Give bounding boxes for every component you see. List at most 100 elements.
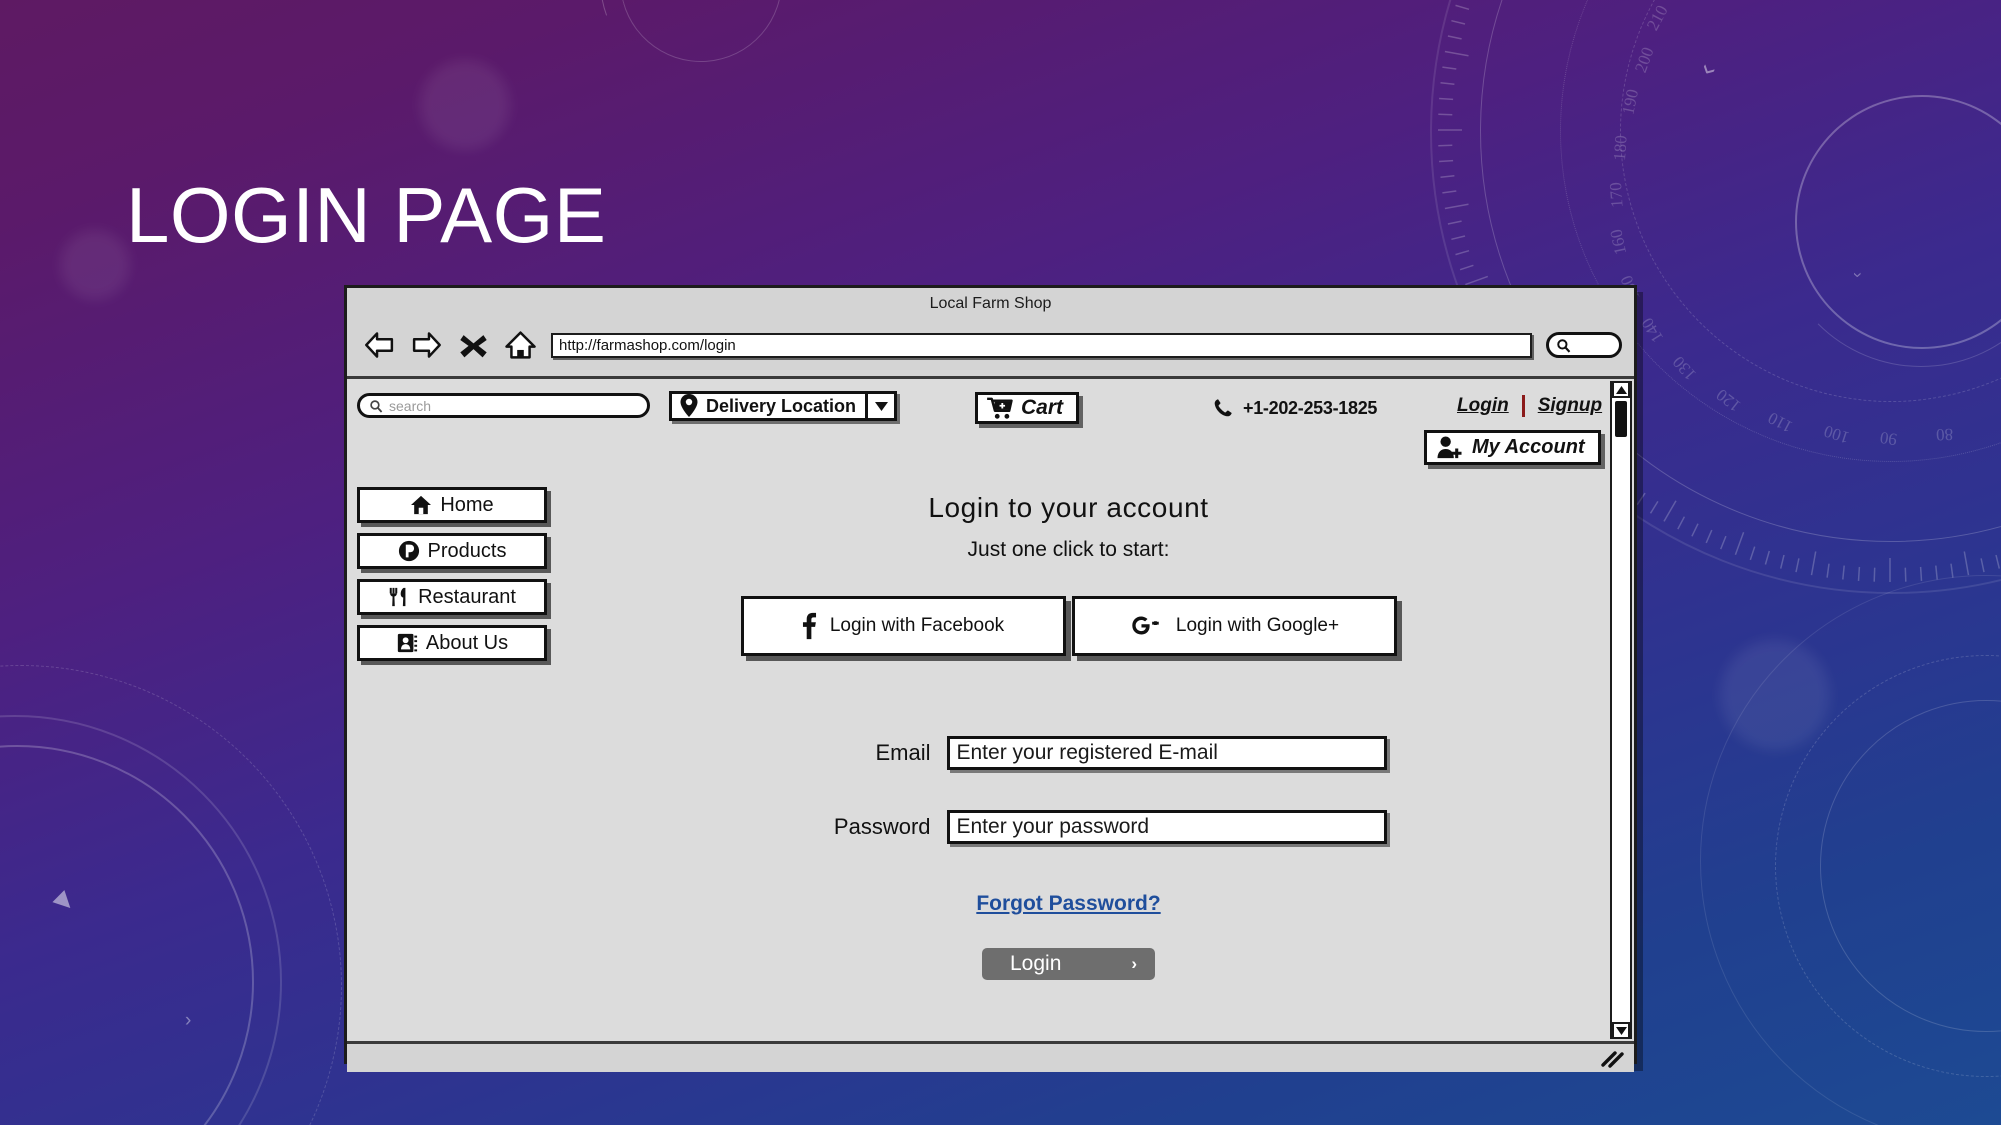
url-text: http://farmashop.com/login — [559, 336, 736, 354]
login-submit-button[interactable]: Login › — [982, 948, 1155, 980]
password-input[interactable]: Enter your password — [946, 810, 1387, 844]
house-icon — [411, 495, 432, 515]
signup-link[interactable]: Signup — [1538, 395, 1602, 417]
sidebar-item-label: Products — [427, 539, 507, 562]
web-page: search Delivery Location Cart +1-202-253… — [347, 379, 1610, 1041]
page-title: LOGIN PAGE — [126, 171, 607, 259]
deco-ring — [1795, 95, 2001, 349]
home-house-icon[interactable] — [504, 330, 537, 360]
browser-viewport: search Delivery Location Cart +1-202-253… — [347, 376, 1634, 1041]
deco-ring — [1820, 700, 2001, 1032]
deco-ring — [0, 745, 254, 1125]
deg-label: 170 — [1605, 181, 1627, 209]
deg-label: 120 — [1712, 385, 1745, 416]
cart-label: Cart — [1021, 396, 1064, 419]
phone-number-text: +1-202-253-1825 — [1243, 397, 1378, 418]
deg-label: 190 — [1618, 87, 1643, 117]
deg-label: 180 — [1609, 134, 1631, 162]
user-add-icon — [1437, 436, 1462, 459]
email-input[interactable]: Enter your registered E-mail — [946, 736, 1387, 770]
password-placeholder: Enter your password — [956, 815, 1150, 838]
facebook-f-icon — [802, 612, 816, 640]
contact-card-icon — [397, 633, 417, 653]
deg-label: 210 — [1642, 2, 1672, 34]
google-plus-icon — [1132, 616, 1159, 635]
sidebar-item-label: About Us — [425, 631, 509, 654]
deco-ring — [1775, 75, 2001, 367]
deg-label: 110 — [1764, 408, 1796, 437]
deg-label: 140 — [1637, 314, 1668, 347]
email-field-row: Email Enter your registered E-mail — [547, 736, 1590, 770]
cart-button[interactable]: Cart — [975, 392, 1080, 424]
delivery-location-label: Delivery Location — [706, 395, 857, 416]
login-form-section: Login to your account Just one click to … — [547, 484, 1590, 980]
sidebar-item-about-us[interactable]: About Us — [357, 625, 547, 661]
sidebar-item-home[interactable]: Home — [357, 487, 547, 523]
cart-icon — [987, 397, 1013, 419]
sidebar-nav: Home Products Restaurant About Us — [357, 487, 547, 671]
phone-number: +1-202-253-1825 — [1212, 397, 1377, 419]
search-placeholder: search — [389, 397, 432, 414]
deco-arc — [566, 0, 836, 116]
location-pin-icon — [680, 394, 698, 417]
facebook-login-label: Login with Facebook — [829, 615, 1005, 636]
deco-chevron: › — [1848, 272, 1868, 278]
deco-chevron: › — [185, 1010, 192, 1031]
sidebar-item-label: Restaurant — [418, 585, 516, 608]
auth-links: Login Signup — [1457, 395, 1602, 417]
email-label: Email — [875, 740, 931, 765]
deco-ring-dashed — [1620, 0, 2001, 402]
glow-dot — [420, 60, 510, 150]
google-login-button[interactable]: Login with Google+ — [1071, 596, 1397, 656]
password-label: Password — [833, 814, 931, 839]
deco-ring-dashed — [1775, 655, 2001, 1077]
deg-label: 200 — [1630, 44, 1658, 76]
browser-titlebar: Local Farm Shop — [347, 288, 1634, 320]
magnifier-icon — [1557, 338, 1571, 353]
deco-ring — [0, 715, 282, 1125]
forward-arrow-icon[interactable] — [410, 330, 443, 360]
chevron-right-icon: › — [1131, 954, 1137, 973]
email-placeholder: Enter your registered E-mail — [956, 741, 1218, 764]
deco-arc — [601, 0, 801, 81]
search-input[interactable]: search — [357, 393, 650, 418]
browser-window: Local Farm Shop http://farmashop.com/log… — [344, 285, 1637, 1072]
login-link[interactable]: Login — [1457, 395, 1509, 417]
scroll-down-arrow[interactable] — [1612, 1022, 1630, 1039]
glow-dot — [1720, 640, 1830, 750]
url-bar[interactable]: http://farmashop.com/login — [551, 332, 1532, 358]
stop-x-icon[interactable] — [457, 330, 490, 360]
sidebar-item-restaurant[interactable]: Restaurant — [357, 579, 547, 615]
product-p-icon — [398, 540, 419, 562]
sidebar-item-products[interactable]: Products — [357, 533, 547, 569]
phone-icon — [1214, 399, 1232, 417]
scroll-up-arrow[interactable] — [1612, 381, 1630, 398]
my-account-label: My Account — [1472, 436, 1585, 458]
form-subheading: Just one click to start: — [967, 538, 1170, 561]
login-submit-label: Login — [1010, 952, 1062, 975]
forgot-password-row: Forgot Password? — [547, 892, 1590, 916]
my-account-button[interactable]: My Account — [1424, 430, 1601, 465]
vertical-scrollbar[interactable] — [1610, 381, 1632, 1039]
window-title-text: Local Farm Shop — [929, 295, 1052, 312]
resize-grip-icon[interactable] — [1601, 1050, 1627, 1068]
google-login-label: Login with Google+ — [1175, 615, 1340, 636]
deg-label: 80 — [1935, 424, 1954, 445]
deg-label: 90 — [1878, 427, 1899, 450]
back-arrow-icon[interactable] — [363, 330, 396, 360]
chevron-down-icon[interactable] — [865, 394, 894, 418]
deco-arrow: ◀ — [48, 888, 78, 919]
deco-ring — [1700, 575, 2001, 1125]
deco-ring-dashed — [0, 665, 342, 1125]
glow-dot — [60, 230, 130, 300]
deco-chevron: › — [1694, 59, 1726, 83]
forgot-password-link[interactable]: Forgot Password? — [976, 892, 1160, 915]
site-header: search Delivery Location Cart +1-202-253… — [347, 379, 1610, 465]
scrollbar-thumb[interactable] — [1615, 401, 1627, 437]
facebook-login-button[interactable]: Login with Facebook — [740, 596, 1066, 656]
search-icon — [370, 399, 383, 413]
social-login-row: Login with Facebook Login with Google+ — [547, 596, 1590, 656]
browser-search-box[interactable] — [1546, 332, 1622, 358]
delivery-location-dropdown[interactable]: Delivery Location — [669, 391, 898, 421]
browser-toolbar: http://farmashop.com/login — [347, 320, 1634, 376]
